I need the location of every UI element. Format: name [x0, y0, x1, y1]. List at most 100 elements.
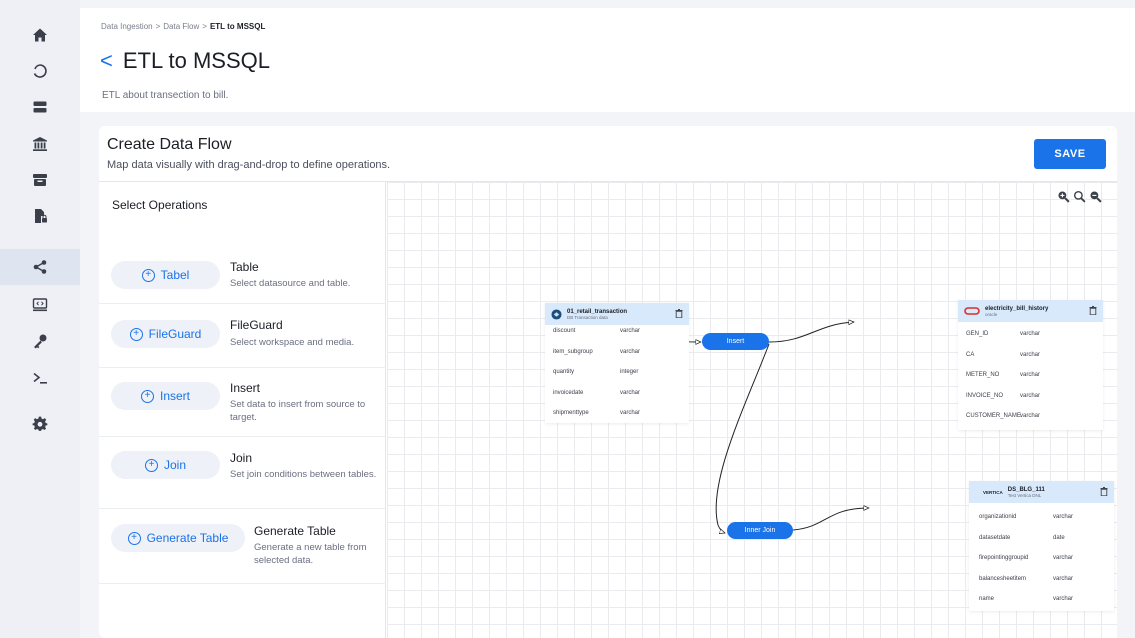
nav-terminal[interactable] [0, 360, 80, 396]
operation-name: Insert [230, 381, 261, 395]
nav-bank[interactable] [0, 126, 80, 162]
code-monitor-icon [32, 298, 48, 312]
field-row: GEN_ID varchar [958, 324, 1103, 345]
breadcrumb-data-ingestion[interactable]: Data Ingestion [101, 22, 153, 31]
field-type: varchar [620, 348, 641, 355]
field-row: CA varchar [958, 345, 1103, 366]
card-title: Create Data Flow [107, 136, 232, 153]
plus-circle-icon: + [140, 389, 154, 403]
breadcrumb-current: ETL to MSSQL [209, 22, 266, 31]
field-type: varchar [1020, 413, 1041, 420]
target-table-node-oracle[interactable]: electricity_bill_history oracle GEN_ID va… [958, 300, 1103, 430]
operation-table: + Tabel Table Select datasource and tabl… [99, 246, 386, 304]
operation-name: Generate Table [254, 524, 336, 538]
field-name: GEN_ID [966, 331, 989, 338]
add-generate-table-button[interactable]: + Generate Table [111, 524, 245, 552]
vertica-logo: VERTICA [983, 489, 1003, 495]
field-name: discount [553, 328, 576, 335]
archive-icon [33, 174, 47, 186]
node-header: 01_retail_transaction DB Transaction dat… [545, 303, 689, 325]
operation-fileguard: + FileGuard FileGuard Select workspace a… [99, 304, 386, 368]
create-data-flow-card: Create Data Flow Map data visually with … [99, 126, 1117, 638]
page-header: Data Ingestion > Data Flow > ETL to MSSQ… [80, 8, 1135, 112]
node-header: VERTICA DS_BLG_111 Test Vertica DNL [969, 481, 1114, 503]
breadcrumb: Data Ingestion > Data Flow > ETL to MSSQ… [101, 22, 265, 31]
add-join-button[interactable]: + Join [111, 451, 220, 479]
operation-name: Table [230, 260, 259, 274]
add-table-label: Tabel [160, 268, 190, 282]
terminal-icon [33, 372, 47, 384]
add-insert-button[interactable]: + Insert [111, 382, 220, 410]
operation-description: Set data to insert from source to target… [230, 399, 366, 423]
operations-heading: Select Operations [112, 198, 208, 212]
nav-file-lock[interactable] [0, 198, 80, 234]
field-name: datasetdate [979, 534, 1011, 541]
target-table-node-vertica[interactable]: VERTICA DS_BLG_111 Test Vertica DNL orga… [969, 481, 1114, 611]
title-row: < ETL to MSSQL [100, 48, 270, 74]
field-type: varchar [620, 410, 641, 417]
bank-icon [33, 137, 47, 151]
share-icon [33, 260, 47, 274]
edge-insert-to-join [715, 343, 770, 533]
add-insert-label: Insert [159, 389, 190, 403]
operations-panel: Select Operations + Tabel Table Select d… [99, 182, 386, 638]
key-icon [34, 334, 47, 349]
trash-icon[interactable] [675, 309, 683, 318]
nav-home[interactable] [0, 17, 80, 53]
zoom-reset-icon[interactable] [1073, 190, 1086, 203]
circle-icon [33, 64, 47, 78]
nav-code-monitor[interactable] [0, 287, 80, 323]
zoom-controls [1057, 190, 1102, 203]
field-name: balancesheetitem [979, 575, 1027, 582]
add-table-button[interactable]: + Tabel [111, 261, 220, 289]
field-type: varchar [620, 389, 641, 396]
nav-share[interactable] [0, 249, 80, 285]
plus-circle-icon: + [129, 327, 143, 341]
plus-circle-icon: + [127, 531, 141, 545]
flow-canvas[interactable]: 01_retail_transaction DB Transaction dat… [387, 182, 1117, 638]
operation-description: Set join conditions between tables. [230, 469, 377, 480]
nav-key[interactable] [0, 323, 80, 359]
field-type: integer [620, 369, 639, 376]
home-icon [33, 28, 47, 42]
trash-icon[interactable] [1089, 306, 1097, 315]
nav-archive[interactable] [0, 162, 80, 198]
field-name: CA [966, 351, 975, 358]
add-join-label: Join [163, 458, 186, 472]
field-row: organizationid varchar [969, 507, 1114, 528]
field-row: CUSTOMER_NAME varchar [958, 406, 1103, 427]
field-name: shipmenttype [553, 410, 589, 417]
zoom-out-icon[interactable] [1089, 190, 1102, 203]
inner-join-node[interactable]: Inner Join [727, 522, 793, 539]
oracle-logo-icon [964, 307, 980, 315]
source-table-node[interactable]: 01_retail_transaction DB Transaction dat… [545, 303, 689, 423]
save-button[interactable]: SAVE [1034, 139, 1106, 169]
insert-node[interactable]: Insert [702, 333, 769, 350]
trash-icon[interactable] [1100, 487, 1108, 496]
node-title: electricity_bill_history [985, 305, 1049, 312]
add-fileguard-button[interactable]: + FileGuard [111, 320, 220, 348]
field-row: invoicedate varchar [545, 383, 689, 404]
operation-insert: + Insert Insert Set data to insert from … [99, 368, 386, 437]
nav-circle[interactable] [0, 53, 80, 89]
operation-description: Select datasource and table. [230, 278, 351, 289]
field-name: name [979, 596, 995, 603]
operation-name: FileGuard [230, 318, 283, 332]
database-icon [551, 308, 562, 320]
back-arrow-icon[interactable]: < [100, 49, 113, 73]
breadcrumb-data-flow[interactable]: Data Flow [163, 22, 199, 31]
field-name: METER_NO [966, 372, 1000, 379]
zoom-in-icon[interactable] [1057, 190, 1070, 203]
field-name: INVOICE_NO [966, 392, 1004, 399]
field-name: invoicedate [553, 389, 584, 396]
field-row: datasetdate date [969, 528, 1114, 549]
file-lock-icon [35, 209, 47, 223]
nav-settings[interactable] [0, 406, 80, 442]
field-row: quantity integer [545, 362, 689, 383]
gear-icon [32, 416, 48, 431]
edge-join-to-target2 [792, 508, 869, 531]
field-name: CUSTOMER_NAME [966, 413, 1021, 420]
breadcrumb-separator: > [202, 22, 207, 31]
nav-server[interactable] [0, 89, 80, 125]
node-title: 01_retail_transaction [567, 308, 628, 315]
